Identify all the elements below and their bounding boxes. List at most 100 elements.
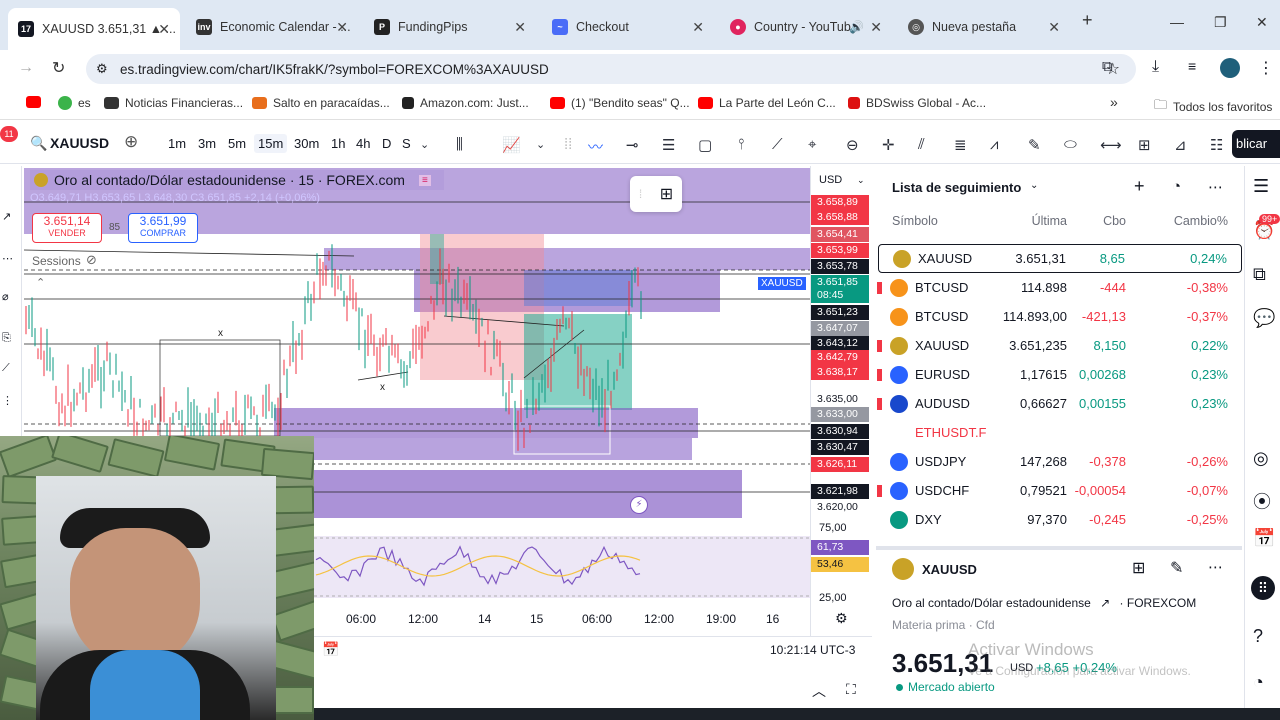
- parallel-channel-icon[interactable]: ⫽: [918, 136, 925, 153]
- grid-icon[interactable]: ⊞: [1132, 558, 1145, 578]
- watchlist-row[interactable]: USDJPY 147,268 -0,378 -0,26%: [876, 447, 1242, 476]
- price-scale[interactable]: USD ⌄ 3.658,89 3.658,88 3.654,41 3.653,99 3.…: [810, 166, 872, 636]
- collapse-icon[interactable]: ⌃: [36, 276, 45, 289]
- cursor-icon[interactable]: ⌖: [808, 136, 816, 153]
- bookmark-es[interactable]: es: [58, 96, 91, 110]
- watchlist-row[interactable]: AUDUSD 0,66627 0,00155 0,23%: [876, 389, 1242, 418]
- feedback-icon[interactable]: ◔: [1253, 672, 1264, 693]
- search-icon[interactable]: 🔍: [30, 135, 47, 152]
- bookmark-youtube[interactable]: [26, 96, 47, 108]
- watchlist-row[interactable]: BTCUSD 114.893,00 -421,13 -0,37%: [876, 302, 1242, 331]
- extensions-icon[interactable]: ⧉: [1102, 58, 1113, 75]
- header-change-pct[interactable]: Cambio%: [1174, 214, 1228, 228]
- brush-icon[interactable]: 〰: [588, 136, 603, 157]
- timeframe-15m[interactable]: 15m: [254, 134, 288, 153]
- detail-symbol[interactable]: XAUUSD: [922, 562, 977, 577]
- settings-gear-icon[interactable]: ⚙: [835, 610, 848, 627]
- chevron-up-icon[interactable]: ︿: [812, 681, 826, 701]
- flag-marker[interactable]: [877, 281, 882, 294]
- header-symbol[interactable]: Símbolo: [892, 214, 938, 228]
- bookmark-noticias[interactable]: Noticias Financieras...: [104, 96, 243, 110]
- drawing-tool-icon[interactable]: ↗: [2, 210, 11, 223]
- timeframe-1m[interactable]: 1m: [168, 136, 186, 151]
- flag-marker[interactable]: [877, 368, 882, 381]
- chat-icon[interactable]: 💬: [1253, 308, 1275, 329]
- sell-button[interactable]: 3.651,14 VENDER: [32, 213, 102, 243]
- eye-hidden-icon[interactable]: ⊘: [86, 252, 97, 268]
- chevron-down-icon[interactable]: ⌄: [536, 138, 545, 151]
- vertical-line-icon[interactable]: ⫯: [738, 136, 745, 153]
- close-icon[interactable]: ✕: [158, 21, 170, 38]
- layers-icon[interactable]: ⧉: [1253, 264, 1266, 285]
- media-icon[interactable]: ≡: [1188, 58, 1196, 74]
- drawing-tool-icon[interactable]: ⌀: [2, 290, 9, 303]
- watchlist-row[interactable]: XAUUSD 3.651,31 8,65 0,24%: [878, 244, 1242, 273]
- profile-avatar[interactable]: [1220, 58, 1240, 78]
- grid-icon[interactable]: ⊞: [1138, 136, 1151, 154]
- apps-icon[interactable]: ⠿: [1251, 576, 1275, 600]
- bookmark-bendito[interactable]: (1) "Bendito seas" Q...: [550, 96, 690, 110]
- close-icon[interactable]: ✕: [870, 19, 882, 36]
- close-icon[interactable]: ✕: [692, 19, 704, 36]
- drawing-tool-icon[interactable]: ⟋: [2, 362, 10, 375]
- timeframe-s[interactable]: S: [402, 136, 411, 151]
- flag-icon[interactable]: ≡: [418, 174, 431, 186]
- flag-marker[interactable]: [877, 339, 882, 352]
- drawing-tool-icon[interactable]: ⎘: [2, 332, 11, 345]
- measure-icon[interactable]: ⟷: [1100, 136, 1122, 154]
- close-icon[interactable]: ✕: [336, 19, 348, 36]
- fib-retracement-icon[interactable]: ≣: [954, 136, 967, 154]
- drag-handle-icon[interactable]: ⁞⁞: [564, 136, 572, 153]
- watchlist-row[interactable]: ETHUSDT.F: [876, 418, 1242, 447]
- bookmark-amazon[interactable]: Amazon.com: Just...: [402, 96, 529, 110]
- publish-button[interactable]: blicar: [1232, 130, 1280, 158]
- all-bookmarks[interactable]: 🗀 Todos los favoritos: [1154, 96, 1272, 118]
- drawing-tool-icon[interactable]: ⋮: [2, 394, 13, 407]
- target-icon[interactable]: ◎: [1253, 448, 1269, 469]
- trendline-icon[interactable]: ⟋: [772, 136, 783, 153]
- external-link-icon[interactable]: ↗: [1100, 596, 1110, 610]
- sessions-indicator[interactable]: Sessions: [32, 254, 81, 268]
- bookmark-leon[interactable]: La Parte del León C...: [698, 96, 836, 110]
- tab-economic-calendar[interactable]: inv Economic Calendar - ... ✕: [186, 10, 358, 44]
- bookmark-bdswiss[interactable]: BDSwiss Global - Ac...: [848, 96, 986, 110]
- timeframe-4h[interactable]: 4h: [356, 136, 370, 151]
- restore-icon[interactable]: ❐: [1214, 14, 1227, 31]
- horizontal-line-icon[interactable]: ⊖: [846, 136, 859, 154]
- detail-name[interactable]: Oro al contado/Dólar estadounidense: [892, 596, 1091, 610]
- calendar-icon[interactable]: 📅: [1253, 528, 1275, 549]
- candles-icon[interactable]: ⫼: [456, 136, 463, 153]
- tab-youtube[interactable]: ● Country - YouTub 🔊 ✕: [720, 10, 892, 44]
- notification-badge[interactable]: 11: [0, 126, 18, 142]
- watchlist-title[interactable]: Lista de seguimiento: [892, 180, 1021, 195]
- tab-new-tab[interactable]: ◎ Nueva pestaña ✕: [898, 10, 1070, 44]
- url-field[interactable]: ⚙ es.tradingview.com/chart/IK5frakK/?sym…: [86, 54, 1136, 84]
- more-options-icon[interactable]: ⋯: [1208, 558, 1223, 576]
- close-icon[interactable]: ✕: [514, 19, 526, 36]
- chevron-down-icon[interactable]: ⌄: [420, 138, 429, 151]
- pen-icon[interactable]: ✎: [1028, 136, 1041, 154]
- clock-display[interactable]: 10:21:14 UTC-3: [770, 643, 855, 657]
- timeframe-3m[interactable]: 3m: [198, 136, 216, 151]
- ray-icon[interactable]: ⊸: [626, 136, 639, 154]
- crosshair-icon[interactable]: ✛: [882, 136, 895, 154]
- edit-icon[interactable]: ✎: [1170, 558, 1183, 578]
- ellipse-icon[interactable]: ⬭: [1064, 136, 1077, 153]
- window-close-icon[interactable]: ✕: [1256, 14, 1268, 31]
- path-icon[interactable]: ⩘: [990, 136, 998, 153]
- menu-dots-icon[interactable]: ⋮: [1258, 58, 1274, 78]
- fib-fan-icon[interactable]: ⊿: [1174, 136, 1187, 154]
- watchlist-row[interactable]: EURUSD 1,17615 0,00268 0,23%: [876, 360, 1242, 389]
- timeframe-1h[interactable]: 1h: [331, 136, 345, 151]
- flag-marker[interactable]: [877, 397, 882, 410]
- header-change[interactable]: Cbo: [1103, 214, 1126, 228]
- download-icon[interactable]: ⤓: [1152, 58, 1159, 76]
- more-options-icon[interactable]: ⋯: [1208, 178, 1223, 196]
- drawing-tool-icon[interactable]: ⋯: [2, 252, 13, 265]
- text-tool-icon[interactable]: ☷: [1210, 136, 1223, 154]
- new-tab-icon[interactable]: +: [1082, 10, 1093, 31]
- header-last[interactable]: Última: [1032, 214, 1067, 228]
- chevron-down-icon[interactable]: ⌄: [857, 175, 865, 186]
- rectangle-icon[interactable]: ▢: [698, 136, 712, 154]
- time-axis[interactable]: 06:00 12:00 14 15 06:00 12:00 19:00 16: [314, 612, 810, 632]
